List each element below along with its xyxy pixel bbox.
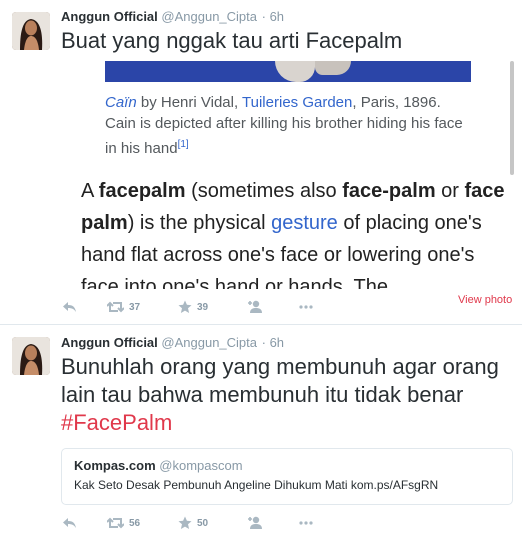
article-part: or [435,180,465,202]
add-user-icon [248,300,262,313]
add-user-icon [248,516,262,529]
hashtag-link[interactable]: #FacePalm [61,410,172,435]
more-icon [299,521,313,525]
article-bold: facepalm [98,180,186,202]
article-part: A [81,180,99,202]
caption-by: by Henri Vidal, [136,94,243,111]
avatar-image [12,337,50,375]
caption-title-link: Caïn [105,94,137,111]
link-card[interactable]: Kompas.com @kompascom Kak Seto Desak Pem… [61,448,513,505]
author-name[interactable]: Anggun Official [61,9,158,24]
author-handle[interactable]: @Anggun_Cipta [161,335,257,350]
tweet-actions: 37 39 [62,299,322,315]
follow-button[interactable] [247,299,265,315]
avatar-image [12,12,50,50]
photo-caption: Caïn by Henri Vidal, Tuileries Garden, P… [105,92,475,159]
retweet-count: 56 [129,517,141,529]
caption-place-link: Tuileries Garden [242,94,353,111]
reply-icon [63,518,76,528]
view-photo-link[interactable]: View photo [458,294,512,306]
author-name[interactable]: Anggun Official [61,335,158,350]
card-author-name[interactable]: Kompas.com [74,458,156,473]
favorite-button[interactable]: 39 [178,299,208,315]
tweet-2: Anggun Official @Anggun_Cipta · 6h Bunuh… [0,325,522,541]
tweet-text: Bunuhlah orang yang membunuh agar orang … [61,353,513,437]
tweet-header: Anggun Official @Anggun_Cipta · 6h [61,335,284,350]
article-part: ) is the physical [127,212,272,234]
tweet-time[interactable]: · 6h [262,335,284,350]
tweet-header: Anggun Official @Anggun_Cipta · 6h [61,9,284,24]
card-header: Kompas.com @kompascom [74,458,243,473]
tweet-1: Anggun Official @Anggun_Cipta · 6h Buat … [0,0,522,324]
star-icon [178,516,192,529]
article-part: (sometimes also [185,180,343,202]
reply-icon [63,302,76,312]
favorite-count: 50 [197,517,209,529]
avatar[interactable] [12,337,50,375]
tweet-text-body: Bunuhlah orang yang membunuh agar orang … [61,354,499,407]
card-text: Kak Seto Desak Pembunuh Angeline Dihukum… [74,478,439,492]
favorite-button[interactable]: 50 [178,515,208,531]
star-icon [178,300,192,313]
tweet-actions: 56 50 [62,515,322,531]
favorite-count: 39 [197,301,209,313]
scrollbar [510,61,514,175]
avatar[interactable] [12,12,50,50]
more-button[interactable] [298,299,314,315]
follow-button[interactable] [247,515,265,531]
retweet-button[interactable]: 56 [107,515,140,531]
retweet-icon [107,301,124,313]
more-button[interactable] [298,515,314,531]
retweet-icon [107,517,124,529]
retweet-button[interactable]: 37 [107,299,140,315]
card-author-handle[interactable]: @kompascom [159,458,242,473]
article-bold: face-palm [342,180,436,202]
reply-button[interactable] [62,515,77,531]
tweet-photo[interactable]: Caïn by Henri Vidal, Tuileries Garden, P… [61,61,515,289]
retweet-count: 37 [129,301,141,313]
caption-reference: [1] [177,139,189,150]
author-handle[interactable]: @Anggun_Cipta [161,9,257,24]
article-text: A facepalm (sometimes also face-palm or … [81,175,511,289]
article-link: gesture [271,212,338,234]
tweet-time[interactable]: · 6h [262,9,284,24]
tweet-text: Buat yang nggak tau arti Facepalm [61,28,403,53]
more-icon [299,305,313,309]
reply-button[interactable] [62,299,77,315]
